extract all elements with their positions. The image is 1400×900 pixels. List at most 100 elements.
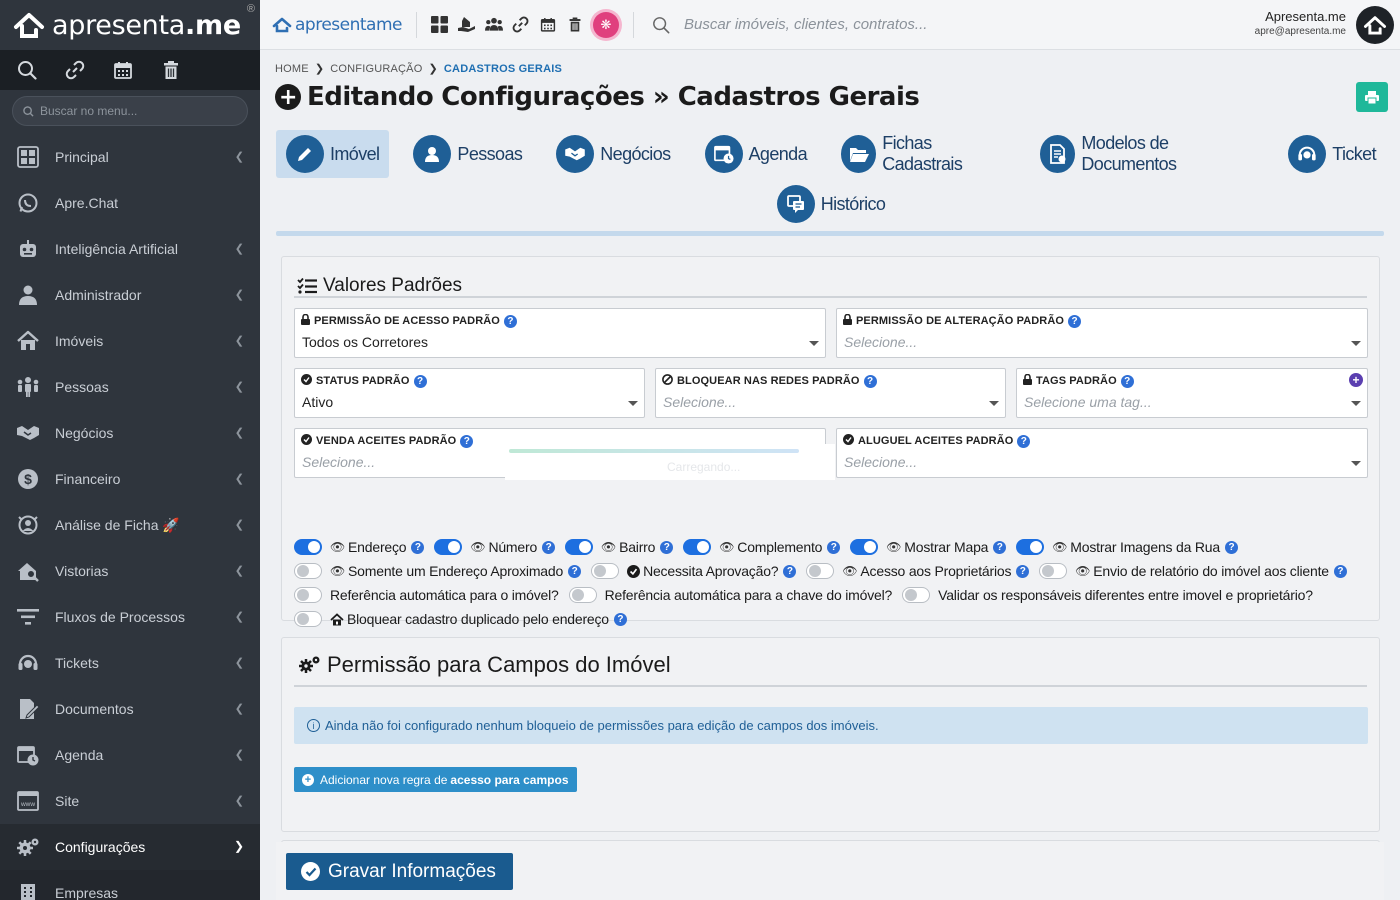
toggle-complemento[interactable]: 👁 Complemento?	[683, 539, 841, 555]
help-icon[interactable]: ?	[1224, 540, 1238, 554]
calendar-icon[interactable]	[112, 59, 134, 81]
tags-select[interactable]: TAGS PADRÃO? + Selecione uma tag...	[1016, 368, 1368, 418]
ai-assistant-icon[interactable]: ❋	[592, 11, 619, 38]
add-tag-icon[interactable]: +	[1349, 373, 1363, 387]
help-icon[interactable]: ?	[660, 540, 674, 554]
toggle-switch[interactable]	[294, 611, 322, 627]
toggle-switch[interactable]	[806, 563, 835, 579]
global-search-input[interactable]: Buscar imóveis, clientes, contratos...	[652, 16, 927, 34]
rent-accepts-select[interactable]: ALUGUEL ACEITES PADRÃO? Selecione...	[836, 428, 1368, 478]
help-icon[interactable]: ?	[783, 564, 797, 578]
link-icon[interactable]	[64, 59, 86, 81]
toggle-imagens-rua[interactable]: 👁 Mostrar Imagens da Rua?	[1016, 539, 1238, 555]
help-icon[interactable]: ?	[413, 374, 427, 388]
trash-icon[interactable]	[566, 16, 584, 34]
help-icon[interactable]: ?	[1120, 374, 1134, 388]
help-icon[interactable]: ?	[1068, 314, 1082, 328]
dashboard-icon[interactable]	[431, 16, 449, 34]
save-button[interactable]: Gravar Informações	[286, 853, 513, 890]
toggle-mostrar-mapa[interactable]: 👁 Mostrar Mapa?	[850, 539, 1007, 555]
help-icon[interactable]: ?	[993, 540, 1007, 554]
sidebar-item-pessoas[interactable]: Pessoas ❮	[0, 364, 260, 410]
toggle-bloquear-duplicado[interactable]: Bloquear cadastro duplicado pelo endereç…	[294, 611, 627, 627]
sidebar-logo[interactable]: apresenta.me ®	[0, 0, 260, 50]
user-info[interactable]: Apresenta.me apre@apresenta.me	[1255, 9, 1346, 37]
topbar-logo[interactable]: apresentame	[272, 15, 402, 35]
print-button[interactable]	[1356, 82, 1388, 112]
tab-imovel[interactable]: Imóvel	[276, 130, 390, 178]
sidebar-item-principal[interactable]: Principal ❮	[0, 134, 260, 180]
tab-agenda[interactable]: Agenda	[695, 130, 817, 178]
toggle-switch[interactable]	[591, 563, 620, 579]
sidebar-item-fluxos[interactable]: Fluxos de Processos ❮	[0, 594, 260, 640]
sidebar-item-site[interactable]: www Site ❮	[0, 778, 260, 824]
help-icon[interactable]: ?	[1016, 564, 1030, 578]
menu-search-input[interactable]: Buscar no menu...	[12, 96, 248, 126]
toggle-switch[interactable]	[294, 563, 322, 579]
search-icon[interactable]	[16, 59, 38, 81]
toggle-switch[interactable]	[1039, 563, 1068, 579]
help-icon[interactable]: ?	[411, 540, 425, 554]
toggle-necessita-aprovacao[interactable]: Necessita Aprovação??	[591, 563, 797, 579]
help-icon[interactable]: ?	[568, 564, 582, 578]
block-networks-select[interactable]: BLOQUEAR NAS REDES PADRÃO? Selecione...	[655, 368, 1006, 418]
sidebar-item-vistorias[interactable]: Vistorias ❮	[0, 548, 260, 594]
toggle-switch[interactable]	[434, 539, 463, 555]
tab-modelos-documentos[interactable]: Modelos de Documentos	[1030, 130, 1264, 178]
sidebar-item-empresas[interactable]: Empresas	[0, 870, 260, 900]
sidebar-item-ia[interactable]: Inteligência Artificial ❮	[0, 226, 260, 272]
sidebar-item-documentos[interactable]: Documentos ❮	[0, 686, 260, 732]
help-icon[interactable]: ?	[503, 314, 517, 328]
calendar-icon[interactable]	[539, 16, 557, 34]
help-icon[interactable]: ?	[460, 434, 474, 448]
toggle-numero[interactable]: 👁 Número?	[434, 539, 556, 555]
tab-ticket[interactable]: Ticket	[1278, 130, 1386, 178]
sidebar-item-financeiro[interactable]: $ Financeiro ❮	[0, 456, 260, 502]
help-icon[interactable]: ?	[542, 540, 556, 554]
tab-historico[interactable]: Histórico	[767, 180, 896, 228]
toggle-endereco[interactable]: 👁 Endereço?	[294, 539, 425, 555]
help-icon[interactable]: ?	[1333, 564, 1347, 578]
add-field-rule-button[interactable]: + Adicionar nova regra de acesso para cam…	[294, 767, 577, 792]
hand-holding-house-icon[interactable]	[457, 16, 476, 34]
toggle-switch[interactable]	[902, 587, 931, 603]
sidebar-item-configuracoes[interactable]: Configurações ❯	[0, 824, 260, 870]
toggle-endereco-aproximado[interactable]: 👁 Somente um Endereço Aproximado?	[294, 563, 582, 579]
help-icon[interactable]: ?	[1017, 434, 1031, 448]
change-permission-select[interactable]: PERMISSÃO DE ALTERAÇÃO PADRÃO? Selecione…	[836, 308, 1368, 358]
toggle-switch[interactable]	[568, 587, 597, 603]
avatar[interactable]	[1356, 6, 1394, 44]
trash-icon[interactable]	[160, 59, 182, 81]
toggle-validar-responsaveis[interactable]: Validar os responsáveis diferentes entre…	[902, 587, 1313, 603]
status-select[interactable]: STATUS PADRÃO? Ativo	[294, 368, 645, 418]
sidebar-item-agenda[interactable]: Agenda ❮	[0, 732, 260, 778]
toggle-switch[interactable]	[294, 587, 322, 603]
toggle-switch[interactable]	[850, 539, 879, 555]
toggle-switch[interactable]	[1016, 539, 1045, 555]
tab-fichas-cadastrais[interactable]: Fichas Cadastrais	[831, 130, 1016, 178]
help-icon[interactable]: ?	[863, 374, 877, 388]
users-icon[interactable]	[484, 16, 503, 34]
sidebar-item-tickets[interactable]: Tickets ❮	[0, 640, 260, 686]
breadcrumb-config[interactable]: CONFIGURAÇÃO	[330, 63, 422, 75]
toggle-switch[interactable]	[683, 539, 712, 555]
toggle-referencia-imovel[interactable]: Referência automática para o imóvel?	[294, 587, 559, 603]
toggle-referencia-chave[interactable]: Referência automática para a chave do im…	[568, 587, 892, 603]
toggle-acesso-proprietarios[interactable]: 👁 Acesso aos Proprietários?	[806, 563, 1030, 579]
sidebar-item-imoveis[interactable]: Imóveis ❮	[0, 318, 260, 364]
sidebar-item-analise-ficha[interactable]: Análise de Ficha 🚀 ❮	[0, 502, 260, 548]
sidebar-item-negocios[interactable]: Negócios ❮	[0, 410, 260, 456]
link-icon[interactable]	[512, 16, 530, 34]
help-icon[interactable]: ?	[613, 612, 627, 626]
breadcrumb-home[interactable]: HOME	[275, 63, 309, 75]
tab-pessoas[interactable]: Pessoas	[403, 130, 532, 178]
help-icon[interactable]: ?	[827, 540, 841, 554]
toggle-envio-relatorio[interactable]: 👁 Envio de relatório do imóvel aos client…	[1039, 563, 1347, 579]
tab-negocios[interactable]: Negócios	[546, 130, 680, 178]
sidebar-item-administrador[interactable]: Administrador ❮	[0, 272, 260, 318]
toggle-switch[interactable]	[565, 539, 594, 555]
access-permission-select[interactable]: PERMISSÃO DE ACESSO PADRÃO? Todos os Cor…	[294, 308, 826, 358]
toggle-bairro[interactable]: 👁 Bairro?	[565, 539, 674, 555]
toggle-switch[interactable]	[294, 539, 322, 555]
sidebar-item-aprechat[interactable]: Apre.Chat	[0, 180, 260, 226]
